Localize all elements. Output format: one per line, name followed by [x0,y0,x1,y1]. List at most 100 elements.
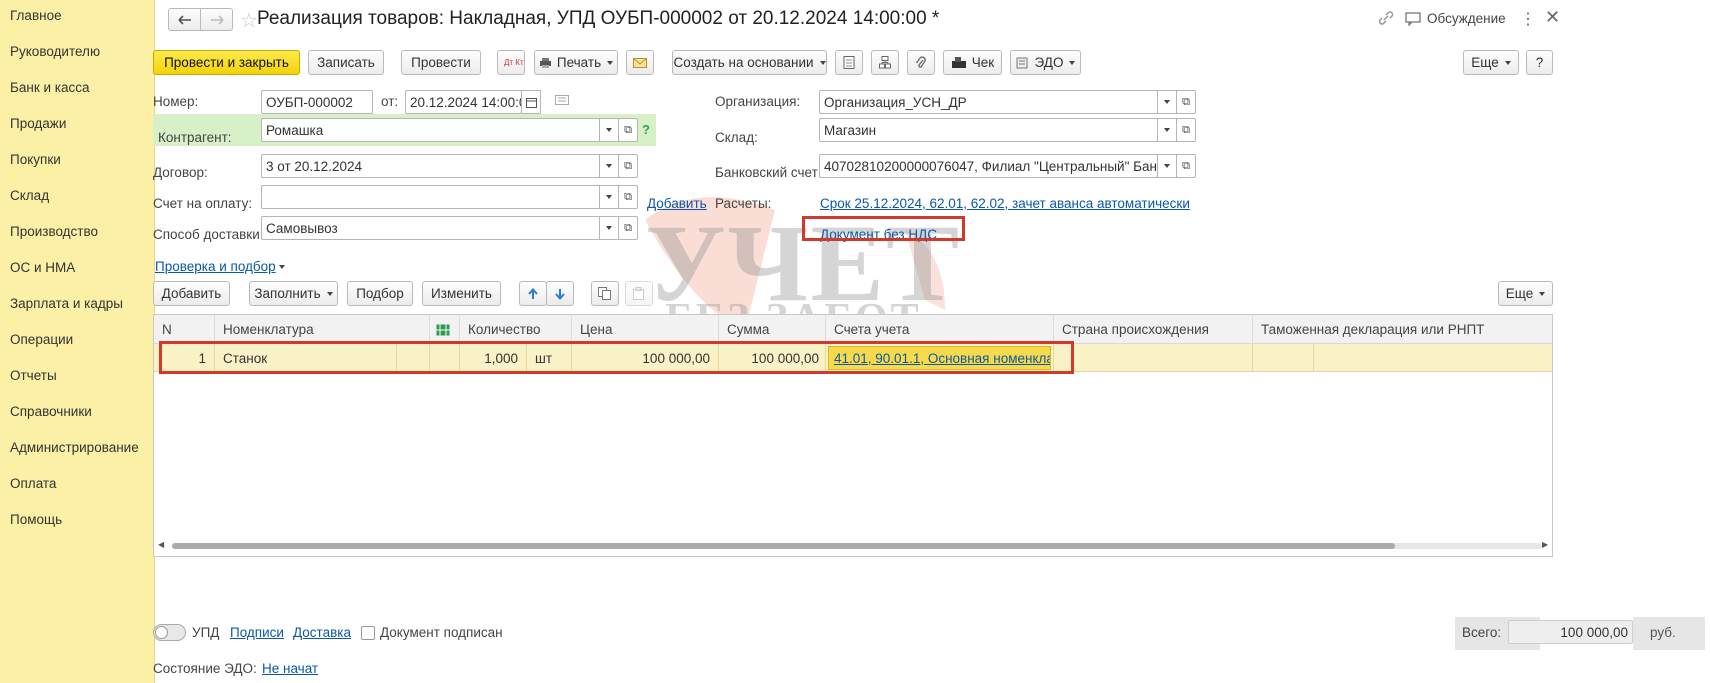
scroll-right-arrow[interactable]: ▶ [1542,540,1548,549]
more-button[interactable]: Еще [1463,50,1519,75]
date-field[interactable]: 20.12.2024 14:00:00 [405,90,522,114]
sidebar-item-reports[interactable]: Отчеты [10,368,57,383]
help-button[interactable]: ? [1526,50,1553,75]
move-down-button[interactable] [546,281,574,306]
paste-row-button[interactable] [625,281,653,306]
scroll-left-arrow[interactable]: ◀ [158,540,164,549]
bank-account-field[interactable]: 40702810200000076047, Филиал "Центральны… [819,154,1158,178]
scrollbar-thumb[interactable] [172,543,1395,549]
contract-field[interactable]: 3 от 20.12.2024 [261,154,601,178]
delivery-method-dropdown[interactable] [599,216,619,240]
col-header-qty[interactable]: Количество [460,315,572,344]
forward-button[interactable] [200,8,233,31]
horizontal-scrollbar[interactable] [172,543,1542,549]
invoice-field[interactable] [261,185,601,209]
delivery-method-open-button[interactable]: ⧉ [618,216,638,240]
col-header-customs[interactable]: Таможенная декларация или РНПТ [1253,315,1552,344]
col-header-accounts[interactable]: Счета учета [826,315,1054,344]
back-button[interactable] [168,8,201,31]
print-button[interactable]: Печать [534,50,618,75]
sidebar-item-purchases[interactable]: Покупки [10,152,61,167]
warehouse-field[interactable]: Магазин [819,118,1158,142]
counterparty-field[interactable]: Ромашка [261,118,601,142]
sidebar-item-references[interactable]: Справочники [10,404,92,419]
move-up-button[interactable] [519,281,547,306]
counterparty-open-button[interactable]: ⧉ [618,118,638,142]
settlements-link[interactable]: Срок 25.12.2024, 62.01, 62.02, зачет ава… [820,196,1190,211]
printer-icon [539,57,551,68]
sidebar-item-admin[interactable]: Администрирование [10,440,139,455]
receipt-label: Чек [971,55,995,70]
delivery-link[interactable]: Доставка [293,625,351,640]
sidebar-item-manager[interactable]: Руководителю [10,44,100,59]
row-customs-b[interactable] [1314,344,1552,372]
toggle-knob [155,626,168,639]
warehouse-dropdown[interactable] [1157,118,1177,142]
bank-account-dropdown[interactable] [1157,154,1177,178]
number-field[interactable]: ОУБП-000002 [261,90,373,114]
signatures-link[interactable]: Подписи [230,625,284,640]
dtkt-button[interactable]: Дт Кт [497,50,525,75]
delivery-method-field[interactable]: Самовывоз [261,216,601,240]
structure-button[interactable] [871,50,899,75]
invoice-dropdown[interactable] [599,185,619,209]
copy-row-button[interactable] [591,281,619,306]
history-icon[interactable] [555,94,569,109]
row-country[interactable] [1054,344,1253,372]
favorite-star-icon[interactable]: ☆ [240,8,258,33]
row-customs-a[interactable] [1253,344,1314,372]
edo-state-link[interactable]: Не начат [262,661,318,676]
email-button[interactable] [626,50,654,75]
add-row-button[interactable]: Добавить [153,281,230,306]
invoice-open-button[interactable]: ⧉ [618,185,638,209]
arrow-right-icon [210,14,224,25]
sidebar-item-warehouse[interactable]: Склад [10,188,49,203]
post-button[interactable]: Провести [401,50,481,75]
organization-field[interactable]: Организация_УСН_ДР [819,90,1158,114]
signed-checkbox[interactable] [361,626,375,640]
table-more-button[interactable]: Еще [1498,281,1553,306]
sidebar-item-sales[interactable]: Продажи [10,116,66,131]
invoice-label: Счет на оплату: [153,196,253,211]
check-and-select-link[interactable]: Проверка и подбор [155,259,285,274]
sidebar-item-payroll[interactable]: Зарплата и кадры [10,296,123,311]
create-based-on-button[interactable]: Создать на основании [672,50,827,75]
contract-dropdown[interactable] [599,154,619,178]
organization-open-button[interactable]: ⧉ [1176,90,1196,114]
col-header-country[interactable]: Страна происхождения [1054,315,1253,344]
bank-account-open-button[interactable]: ⧉ [1176,154,1196,178]
warehouse-open-button[interactable]: ⧉ [1176,118,1196,142]
change-button[interactable]: Изменить [422,281,501,306]
sidebar-item-operations[interactable]: Операции [10,332,73,347]
counterparty-dropdown[interactable] [599,118,619,142]
calendar-button[interactable] [521,90,541,114]
organization-dropdown[interactable] [1157,90,1177,114]
sidebar-item-production[interactable]: Производство [10,224,98,239]
attach-button[interactable] [907,50,935,75]
select-button[interactable]: Подбор [347,281,413,306]
receipt-button[interactable]: Чек [943,50,1002,75]
sidebar-item-bank[interactable]: Банк и касса [10,80,90,95]
invoice-add-link[interactable]: Добавить [647,196,707,211]
sidebar-item-help[interactable]: Помощь [10,512,62,527]
col-header-nomenclature[interactable]: Номенклатура [215,315,430,344]
save-button[interactable]: Записать [308,50,384,75]
list-doc-button[interactable] [835,50,863,75]
col-header-param[interactable] [430,315,460,344]
edo-button[interactable]: ЭДО [1010,50,1081,75]
link-icon[interactable] [1377,10,1395,29]
sidebar-item-fixed-assets[interactable]: ОС и НМА [10,260,75,275]
counterparty-help-icon[interactable]: ? [642,122,650,137]
upd-toggle[interactable] [153,624,186,641]
col-header-sum[interactable]: Сумма [719,315,826,344]
col-header-price[interactable]: Цена [572,315,719,344]
more-vertical-icon[interactable]: ⋮ [1520,9,1536,29]
discussion-button[interactable]: Обсуждение [1405,11,1506,26]
col-header-n[interactable]: N [154,315,215,344]
post-and-close-button[interactable]: Провести и закрыть [153,50,300,75]
contract-open-button[interactable]: ⧉ [618,154,638,178]
close-icon[interactable]: ✕ [1545,7,1560,28]
sidebar-item-main[interactable]: Главное [10,8,62,23]
fill-button[interactable]: Заполнить [249,281,338,306]
sidebar-item-payment[interactable]: Оплата [10,476,56,491]
